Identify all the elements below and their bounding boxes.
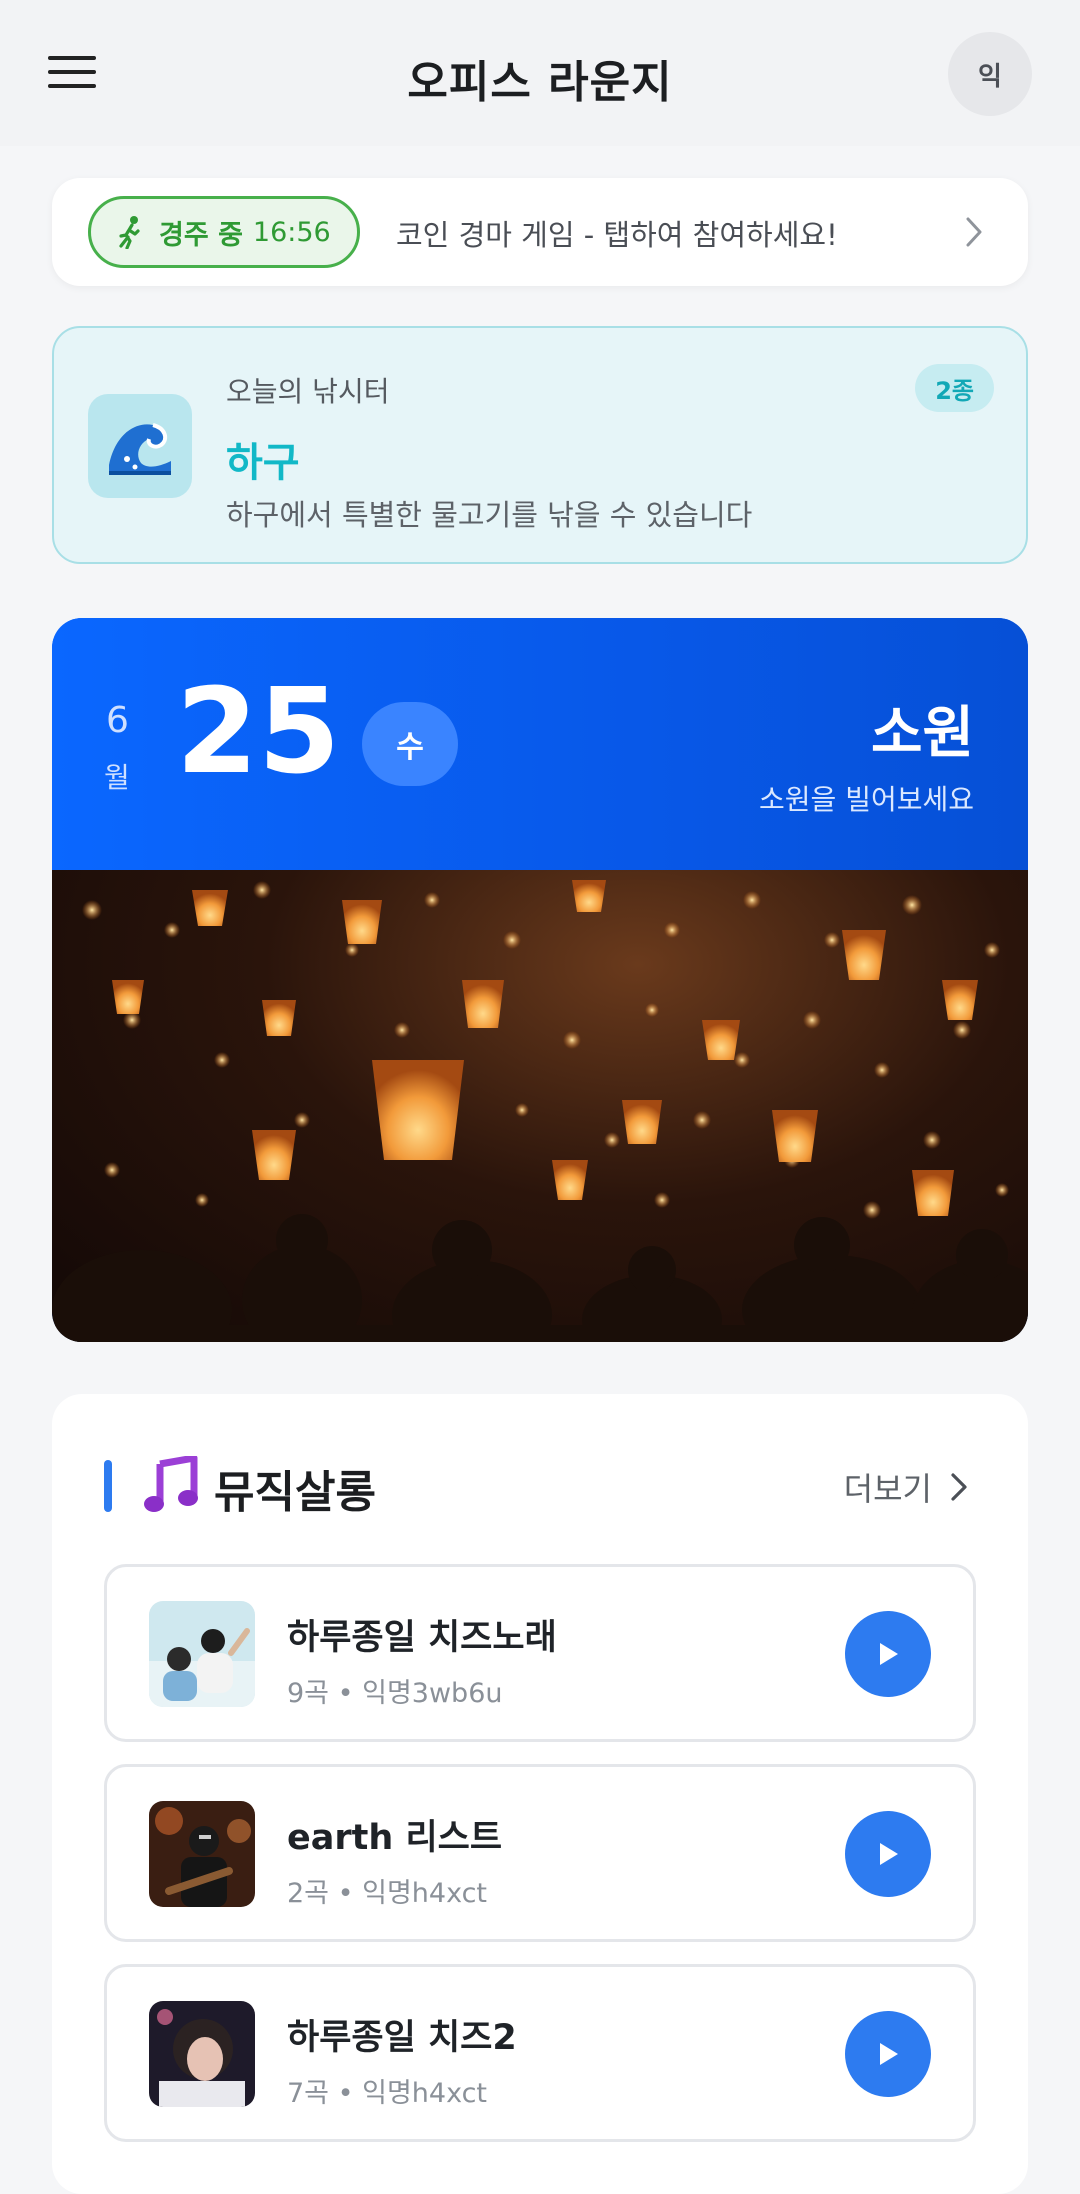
play-button[interactable] <box>845 1811 931 1897</box>
playlist-item[interactable]: 하루종일 치즈노래 9곡 • 익명3wb6u <box>104 1564 976 1742</box>
fishing-spot-card[interactable]: 오늘의 낚시터 하구 하구에서 특별한 물고기를 낚을 수 있습니다 2종 <box>52 326 1028 564</box>
section-title: 뮤직살롱 <box>214 1467 376 1518</box>
calendar-month-unit: 월 <box>104 761 130 794</box>
fishing-label: 오늘의 낚시터 <box>226 375 390 408</box>
avatar[interactable]: 익 <box>948 32 1032 116</box>
lantern-festival-image <box>52 870 1028 1342</box>
playlist-name: earth 리스트 <box>287 1818 503 1858</box>
playlist-thumbnail <box>149 2001 255 2107</box>
music-note-icon <box>144 1456 198 1512</box>
calendar-weekday-badge: 수 <box>362 702 458 786</box>
page-title: 오피스 라운지 <box>407 57 673 108</box>
wish-subtitle: 소원을 빌어보세요 <box>759 783 974 816</box>
section-accent-bar <box>104 1460 112 1512</box>
chevron-right-icon <box>966 217 982 247</box>
play-icon <box>880 1643 898 1665</box>
wish-title: 소원 <box>870 701 974 766</box>
race-message: 코인 경마 게임 - 탭하여 참여하세요! <box>396 218 838 252</box>
more-link-label: 더보기 <box>843 1470 932 1508</box>
runner-icon <box>119 216 140 249</box>
fishing-spot-name: 하구 <box>226 440 300 486</box>
playlist-thumbnail <box>149 1601 255 1707</box>
music-salon-card: 뮤직살롱 더보기 하루종일 치즈노래 9곡 • 익명3wb6u earth 리스… <box>52 1394 1028 2194</box>
playlist-meta: 7곡 • 익명h4xct <box>287 2078 488 2109</box>
play-button[interactable] <box>845 1611 931 1697</box>
race-status-badge: 경주 중 16:56 <box>88 196 360 268</box>
race-banner[interactable]: 경주 중 16:56 코인 경마 게임 - 탭하여 참여하세요! <box>52 178 1028 286</box>
calendar-month: 6 <box>106 700 129 741</box>
app-header: 오피스 라운지 익 <box>0 0 1080 146</box>
race-timer: 16:56 <box>252 216 331 248</box>
chevron-right-icon <box>951 1473 967 1501</box>
fishing-description: 하구에서 특별한 물고기를 낚을 수 있습니다 <box>226 498 753 532</box>
calendar-header: 6 월 25 수 소원 소원을 빌어보세요 <box>52 618 1028 870</box>
play-icon <box>880 2043 898 2065</box>
playlist-name: 하루종일 치즈2 <box>287 2018 517 2058</box>
race-status-label: 경주 중 <box>159 219 243 251</box>
playlist-item[interactable]: earth 리스트 2곡 • 익명h4xct <box>104 1764 976 1942</box>
more-link[interactable]: 더보기 <box>844 1464 968 1510</box>
playlist-thumbnail <box>149 1801 255 1907</box>
calendar-day: 25 <box>176 662 341 800</box>
playlist-meta: 2곡 • 익명h4xct <box>287 1878 488 1909</box>
playlist-meta: 9곡 • 익명3wb6u <box>287 1678 503 1709</box>
wave-icon <box>88 394 192 498</box>
playlist-item[interactable]: 하루종일 치즈2 7곡 • 익명h4xct <box>104 1964 976 2142</box>
play-icon <box>880 1843 898 1865</box>
playlist-name: 하루종일 치즈노래 <box>287 1618 557 1658</box>
wish-calendar-card[interactable]: 6 월 25 수 소원 소원을 빌어보세요 <box>52 618 1028 1342</box>
fish-count-badge: 2종 <box>915 364 994 412</box>
play-button[interactable] <box>845 2011 931 2097</box>
